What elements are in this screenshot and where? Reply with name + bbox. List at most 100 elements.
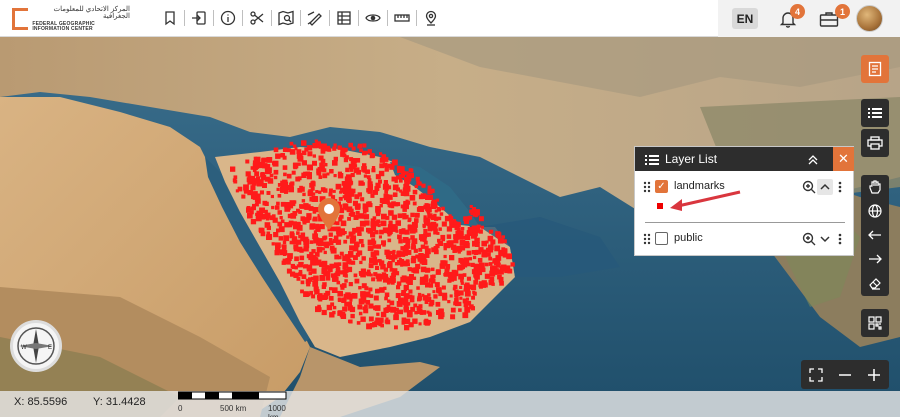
landmark-point	[365, 208, 369, 213]
landmark-point	[401, 275, 407, 281]
landmark-point	[396, 175, 400, 180]
language-button[interactable]: EN	[732, 8, 758, 29]
landmark-point	[361, 182, 365, 186]
landmark-point	[300, 236, 306, 242]
landmark-point	[384, 296, 388, 301]
report-button[interactable]	[861, 55, 889, 83]
landmark-point	[473, 230, 478, 235]
chevron-down-icon[interactable]	[817, 231, 833, 247]
landmark-point	[385, 215, 390, 220]
more-options-icon[interactable]	[832, 179, 848, 195]
landmark-point	[397, 213, 403, 219]
pan-hand-icon[interactable]	[861, 175, 889, 199]
landmark-point	[319, 275, 326, 281]
landmark-point	[447, 300, 451, 304]
chevron-up-icon[interactable]	[817, 179, 833, 195]
landmark-point	[245, 159, 250, 164]
compass-widget[interactable]: W E	[10, 320, 62, 372]
landmark-point	[388, 210, 394, 216]
landmark-point	[478, 281, 485, 287]
landmark-point	[283, 148, 288, 152]
landmark-point	[300, 289, 304, 294]
landmark-point	[437, 207, 441, 212]
scissors-icon[interactable]	[243, 6, 271, 30]
landmark-point	[381, 198, 387, 204]
landmark-point	[376, 276, 382, 282]
zoom-in-icon[interactable]	[859, 360, 888, 389]
drag-handle-icon[interactable]	[643, 181, 651, 193]
location-marker-icon[interactable]	[316, 197, 342, 231]
landmark-point	[337, 145, 342, 150]
landmark-point	[301, 274, 307, 279]
landmark-point	[347, 216, 351, 221]
print-icon[interactable]	[861, 129, 889, 157]
fgic-logo[interactable]: المركز الاتحادي للمعلومات الجغرافية FEDE…	[12, 5, 130, 32]
zoom-to-layer-icon[interactable]	[801, 231, 817, 247]
landmark-point	[447, 278, 452, 283]
qr-code-icon[interactable]	[861, 309, 889, 337]
landmark-point	[308, 271, 312, 276]
landmark-point	[370, 323, 375, 328]
landmark-point	[488, 279, 495, 286]
landmark-point	[334, 254, 340, 260]
landmark-point	[458, 257, 464, 263]
arrow-right-icon[interactable]	[861, 247, 889, 271]
landmark-point	[280, 201, 286, 207]
landmark-point	[408, 168, 413, 172]
menu-icon[interactable]	[645, 153, 659, 171]
sign-in-icon[interactable]	[185, 6, 213, 30]
landmark-point	[403, 307, 409, 313]
zoom-controls	[801, 360, 889, 389]
landmark-point	[434, 209, 438, 213]
landmark-point	[345, 257, 350, 262]
landmark-point	[441, 237, 445, 242]
landmark-point	[281, 244, 285, 248]
fullscreen-icon[interactable]	[801, 360, 830, 389]
landmark-point	[233, 175, 238, 180]
eraser-icon[interactable]	[861, 271, 889, 295]
landmark-point	[387, 238, 392, 243]
landmark-point	[370, 251, 377, 258]
zoom-out-icon[interactable]	[830, 360, 859, 389]
draw-icon[interactable]	[301, 6, 329, 30]
layer-checkbox-public[interactable]	[655, 232, 668, 245]
layer-checkbox-landmarks[interactable]: ✓	[655, 180, 668, 193]
landmark-point	[428, 312, 432, 317]
landmark-point	[275, 153, 281, 159]
collapse-icon[interactable]	[807, 153, 819, 171]
close-icon[interactable]: ✕	[833, 147, 854, 171]
map-search-icon[interactable]	[272, 6, 300, 30]
landmark-point	[380, 221, 385, 225]
drag-handle-icon[interactable]	[643, 233, 651, 245]
list-icon[interactable]	[861, 99, 889, 127]
globe-icon[interactable]	[861, 199, 889, 223]
more-options-icon[interactable]	[832, 231, 848, 247]
landmark-point	[480, 225, 484, 229]
layer-row-public[interactable]: public	[635, 229, 853, 249]
landmark-point	[358, 311, 363, 316]
landmark-point	[310, 181, 316, 187]
scale-label: 0	[178, 404, 183, 413]
landmark-point	[250, 191, 256, 197]
ruler-icon[interactable]	[388, 6, 416, 30]
landmark-point	[273, 232, 279, 238]
landmark-point	[427, 185, 432, 190]
landmark-point	[312, 154, 316, 158]
landmark-point	[430, 214, 436, 221]
info-icon[interactable]	[214, 6, 242, 30]
landmark-point	[430, 299, 435, 304]
arrow-left-icon[interactable]	[861, 223, 889, 247]
zoom-to-layer-icon[interactable]	[801, 179, 817, 195]
location-pin-icon[interactable]	[417, 6, 445, 30]
landmark-point	[353, 273, 358, 278]
avatar[interactable]	[856, 5, 883, 32]
landmark-point	[378, 235, 382, 239]
bookmark-icon[interactable]	[156, 6, 184, 30]
landmark-point	[419, 276, 423, 280]
table-icon[interactable]	[330, 6, 358, 30]
layer-divider	[645, 222, 845, 223]
landmark-point	[436, 288, 442, 294]
eye-icon[interactable]	[359, 6, 387, 30]
landmark-point	[344, 194, 350, 201]
landmark-point	[289, 200, 296, 207]
